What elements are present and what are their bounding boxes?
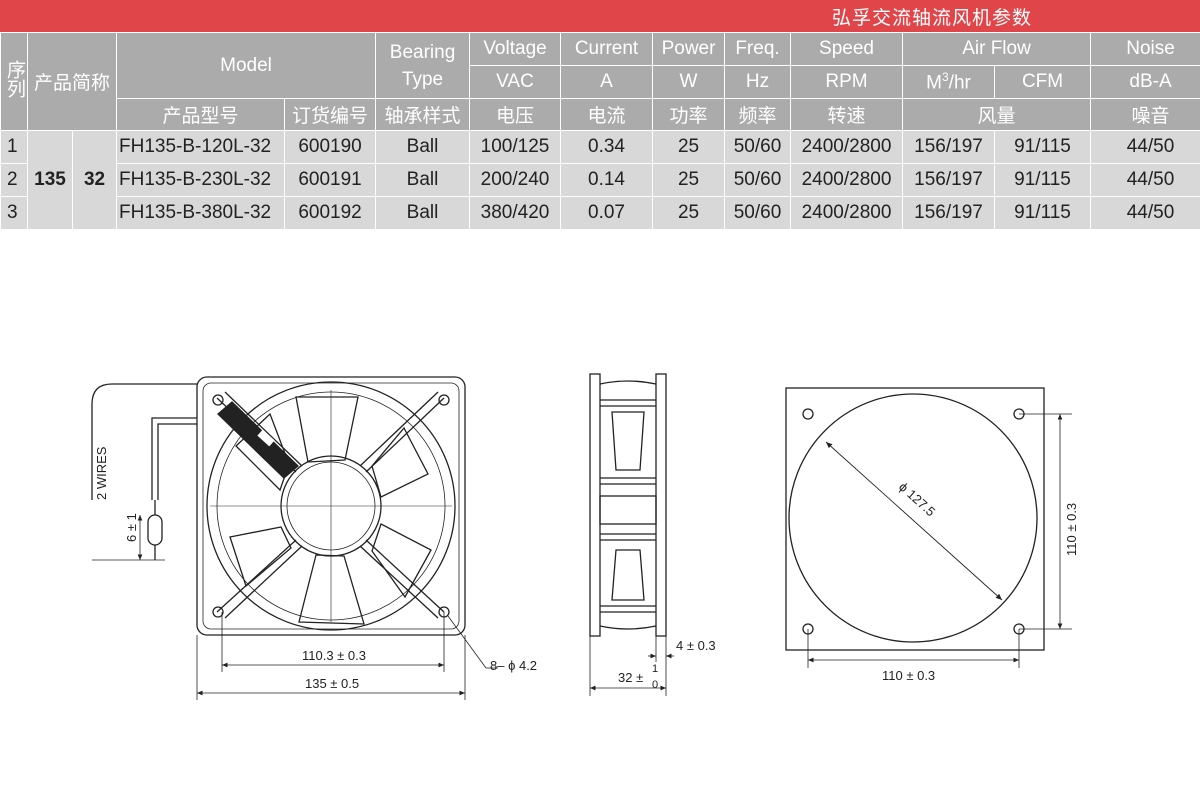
header-freq: Freq. bbox=[724, 32, 792, 66]
row-speed: 2400/2800 bbox=[790, 163, 904, 197]
row-order: 600191 bbox=[284, 163, 377, 197]
row-noise: 44/50 bbox=[1090, 163, 1200, 197]
row-seq: 3 bbox=[0, 196, 28, 230]
header-noise: Noise bbox=[1090, 32, 1200, 66]
row-noise: 44/50 bbox=[1090, 196, 1200, 230]
unit-a: A bbox=[560, 65, 654, 99]
row-current: 0.14 bbox=[560, 163, 654, 197]
table-row: 3 FH135-B-380L-32 600192 Ball 380/420 0.… bbox=[0, 196, 1200, 230]
row-current: 0.07 bbox=[560, 196, 654, 230]
back-width-label: 110 ± 0.3 bbox=[882, 668, 935, 683]
row-power: 25 bbox=[652, 130, 726, 164]
row-freq: 50/60 bbox=[724, 130, 792, 164]
row-freq: 50/60 bbox=[724, 196, 792, 230]
table-row: 2 FH135-B-230L-32 600191 Ball 200/240 0.… bbox=[0, 163, 1200, 197]
short-size: 135 bbox=[27, 130, 73, 230]
unit-m3hr: M3/hr bbox=[902, 65, 996, 99]
header-voltage: Voltage bbox=[469, 32, 562, 66]
width-label: 135 ± 0.5 bbox=[305, 676, 359, 691]
row-cfm: 91/115 bbox=[994, 130, 1092, 164]
depth-tol-top: 1 bbox=[652, 663, 658, 675]
wire-length-label: 6 ± 1 bbox=[124, 513, 139, 542]
cn-power: 功率 bbox=[652, 98, 726, 131]
flange-label: 4 ± 0.3 bbox=[676, 638, 716, 653]
row-cfm: 91/115 bbox=[994, 196, 1092, 230]
header-seq: 序列 bbox=[0, 32, 28, 131]
cn-speed: 转速 bbox=[790, 98, 904, 131]
header-current: Current bbox=[560, 32, 654, 66]
diameter-label: ϕ 127.5 bbox=[896, 479, 938, 519]
banner-title: 弘孚交流轴流风机参数 bbox=[831, 8, 1032, 29]
back-height-label: 110 ± 0.3 bbox=[1064, 503, 1079, 556]
holes-label: 8– ϕ 4.2 bbox=[490, 658, 537, 673]
row-voltage: 380/420 bbox=[469, 196, 562, 230]
depth-label: 32 ± bbox=[618, 670, 643, 685]
unit-w: W bbox=[652, 65, 726, 99]
cn-current: 电流 bbox=[560, 98, 654, 131]
cn-airflow: 风量 bbox=[902, 98, 1092, 131]
cn-freq: 频率 bbox=[724, 98, 792, 131]
header-short-name: 产品简称 bbox=[26, 32, 118, 131]
row-order: 600192 bbox=[284, 196, 377, 230]
row-speed: 2400/2800 bbox=[790, 196, 904, 230]
cn-noise: 噪音 bbox=[1090, 98, 1200, 131]
short-depth: 32 bbox=[71, 130, 118, 230]
header-model: Model bbox=[116, 32, 377, 99]
fan-side-view bbox=[589, 373, 674, 696]
header-banner: 弘孚交流轴流风机参数 bbox=[0, 0, 1200, 32]
header-speed: Speed bbox=[790, 32, 904, 66]
unit-vac: VAC bbox=[469, 65, 562, 99]
hole-pitch-label: 110.3 ± 0.3 bbox=[302, 648, 366, 663]
cn-voltage: 电压 bbox=[469, 98, 562, 131]
unit-cfm: CFM bbox=[994, 65, 1092, 99]
row-voltage: 100/125 bbox=[469, 130, 562, 164]
unit-dba: dB-A bbox=[1090, 65, 1200, 99]
header-bearing: Bearing Type bbox=[375, 32, 471, 99]
fan-front-view bbox=[91, 376, 498, 700]
row-cfm: 91/115 bbox=[994, 163, 1092, 197]
header-airflow: Air Flow bbox=[902, 32, 1092, 66]
row-m3hr: 156/197 bbox=[902, 196, 996, 230]
header-power: Power bbox=[652, 32, 726, 66]
row-power: 25 bbox=[652, 163, 726, 197]
spec-table: 序列 产品简称 Model Bearing Type Voltage Curre… bbox=[0, 32, 1200, 230]
depth-tol-bottom: 0 bbox=[652, 679, 658, 691]
cn-bearing: 轴承样式 bbox=[375, 98, 471, 131]
row-speed: 2400/2800 bbox=[790, 130, 904, 164]
row-order: 600190 bbox=[284, 130, 377, 164]
row-seq: 1 bbox=[0, 130, 28, 164]
row-noise: 44/50 bbox=[1090, 130, 1200, 164]
row-bearing: Ball bbox=[375, 130, 471, 164]
unit-hz: Hz bbox=[724, 65, 792, 99]
unit-rpm: RPM bbox=[790, 65, 904, 99]
fan-back-view bbox=[785, 387, 1072, 668]
row-m3hr: 156/197 bbox=[902, 130, 996, 164]
table-row: 1 135 32 FH135-B-120L-32 600190 Ball 100… bbox=[0, 130, 1200, 230]
row-model: FH135-B-120L-32 bbox=[116, 130, 286, 164]
row-model: FH135-B-230L-32 bbox=[116, 163, 286, 197]
row-bearing: Ball bbox=[375, 163, 471, 197]
row-seq: 2 bbox=[0, 163, 28, 197]
cn-model: 产品型号 bbox=[116, 98, 286, 131]
row-current: 0.34 bbox=[560, 130, 654, 164]
cn-order: 订货编号 bbox=[284, 98, 377, 131]
technical-drawing: 2 WIRES 6 ± 1 110.3 ± 0.3 135 ± 0.5 8– ϕ… bbox=[91, 373, 1079, 700]
row-m3hr: 156/197 bbox=[902, 163, 996, 197]
row-power: 25 bbox=[652, 196, 726, 230]
wires-label: 2 WIRES bbox=[94, 446, 109, 500]
row-freq: 50/60 bbox=[724, 163, 792, 197]
row-voltage: 200/240 bbox=[469, 163, 562, 197]
row-model: FH135-B-380L-32 bbox=[116, 196, 286, 230]
row-bearing: Ball bbox=[375, 196, 471, 230]
